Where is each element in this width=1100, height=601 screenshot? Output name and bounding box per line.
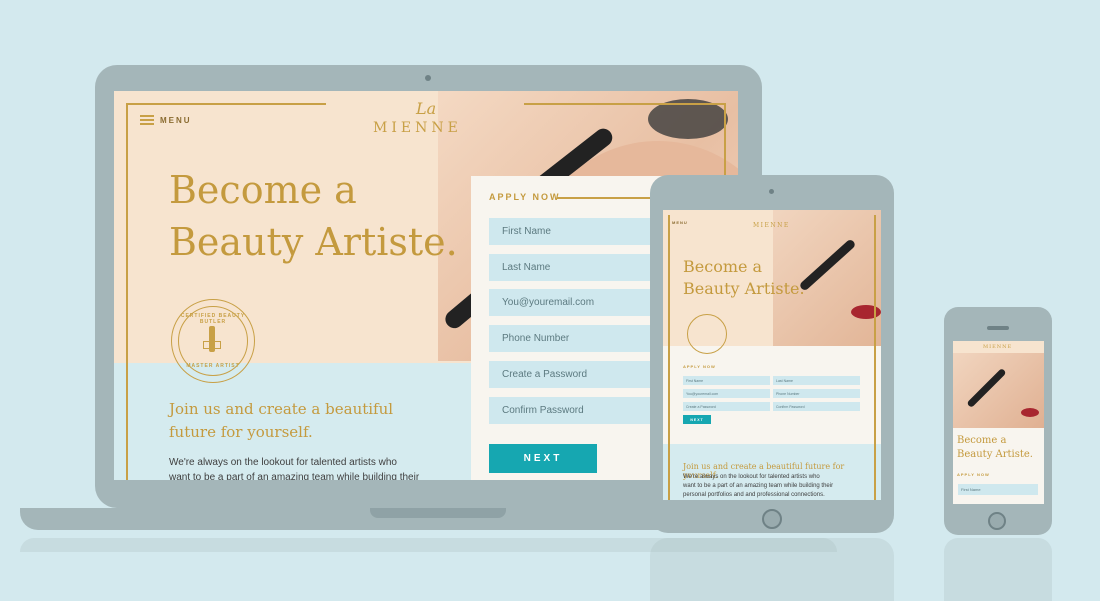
laptop-screen: MENU La MIENNE Become a Beauty Artiste. …	[114, 91, 738, 480]
tablet-headline-line2: Beauty Artiste.	[683, 279, 805, 298]
phone-speaker	[987, 326, 1009, 330]
tablet-logo[interactable]: MIENNE	[753, 222, 790, 229]
tablet-camera	[769, 189, 774, 194]
menu-label[interactable]: MENU	[160, 116, 192, 125]
menu-icon[interactable]	[140, 115, 154, 125]
badge-bottom-text: MASTER ARTIST	[186, 363, 240, 369]
phone-headline-line2: Beauty Artiste.	[957, 449, 1033, 460]
hero-headline-line2: Beauty Artiste.	[169, 220, 458, 264]
tablet-first-name-field[interactable]: First Name	[683, 376, 770, 385]
next-button[interactable]: NEXT	[489, 444, 597, 473]
badge-top-text: CERTIFIED BEAUTY BUTLER	[180, 313, 246, 325]
logo-wordmark[interactable]: MIENNE	[373, 120, 462, 136]
phone-reflection	[944, 538, 1052, 601]
tablet-next-button[interactable]: NEXT	[683, 415, 711, 424]
tablet-screen: MENU MIENNE Become a Beauty Artiste. APP…	[663, 210, 881, 500]
join-body-line2: want to be a part of an amazing team whi…	[169, 472, 420, 480]
phone-apply-heading: APPLY NOW	[957, 472, 990, 477]
join-headline-line1: Join us and create a beautiful	[169, 400, 394, 418]
laptop-notch	[370, 508, 506, 518]
tablet-last-name-field[interactable]: Last Name	[773, 376, 860, 385]
tablet-body-line2: want to be a part of an amazing team whi…	[683, 483, 834, 489]
phone-first-name-field[interactable]: First Name	[958, 484, 1038, 495]
hero-headline-line1: Become a	[169, 168, 357, 212]
tablet-phone-field[interactable]: Phone Number	[773, 389, 860, 398]
tablet-headline-line1: Become a	[683, 257, 763, 276]
phone-headline-line1: Become a	[957, 435, 1007, 446]
laptop-camera	[425, 75, 431, 81]
join-body-line1: We're always on the lookout for talented…	[169, 457, 397, 468]
phone-screen: MIENNE Become a Beauty Artiste. APPLY NO…	[953, 341, 1044, 504]
phone-home-button[interactable]	[988, 512, 1006, 530]
tablet-hero-photo	[773, 210, 881, 346]
tablet-home-button[interactable]	[762, 509, 782, 529]
tablet-apply-heading: APPLY NOW	[683, 364, 716, 369]
tablet-menu-label[interactable]: MENU	[672, 220, 688, 225]
tablet-email-field[interactable]: You@youremail.com	[683, 389, 770, 398]
tablet-password-field[interactable]: Create a Password	[683, 402, 770, 411]
bowtie-icon	[203, 341, 221, 349]
join-headline-line2: future for yourself.	[169, 423, 313, 441]
phone-hero-photo	[953, 353, 1044, 428]
phone-logo[interactable]: MIENNE	[983, 344, 1012, 350]
tablet-confirm-password-field[interactable]: Confirm Password	[773, 402, 860, 411]
tablet-body-line1: We're always on the lookout for talented…	[683, 474, 820, 480]
apply-heading: APPLY NOW	[489, 192, 561, 202]
tablet-reflection	[650, 538, 894, 601]
tablet-badge	[687, 314, 727, 354]
tablet-body-line3: personal portfolios and and professional…	[683, 492, 825, 498]
logo-script: La	[416, 99, 437, 118]
